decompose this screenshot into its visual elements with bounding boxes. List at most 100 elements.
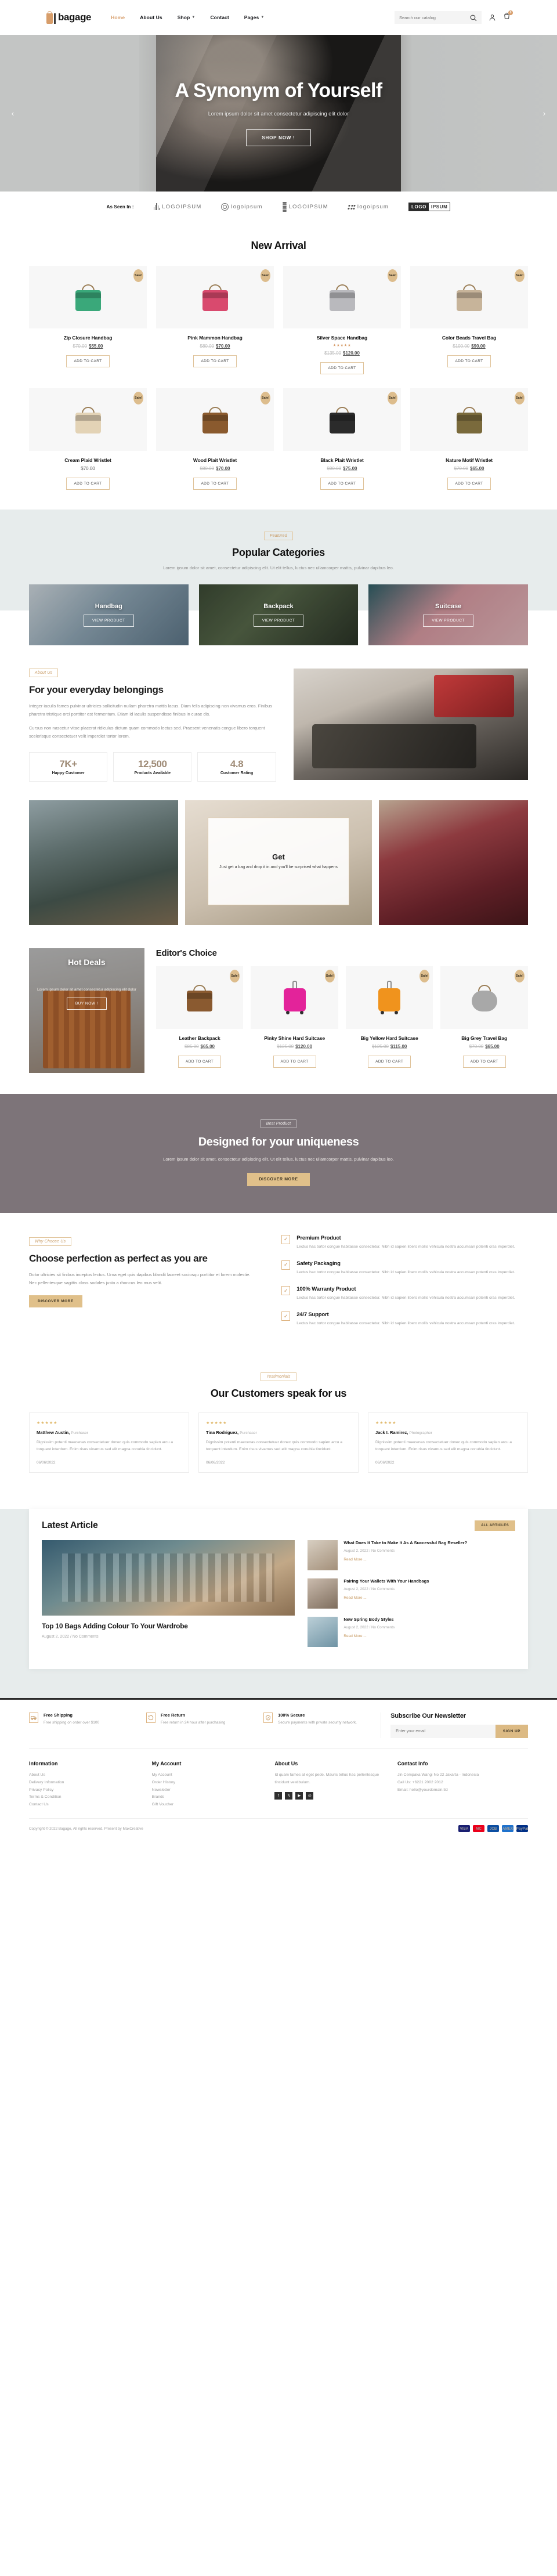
footer-link[interactable]: Gift Voucher (152, 1801, 266, 1809)
footer-link[interactable]: Contact Us (29, 1801, 143, 1809)
product-image[interactable]: Sale! (440, 966, 528, 1029)
product-name: Big Yellow Hard Suitcase (360, 1035, 418, 1042)
product-image[interactable]: Sale! (410, 265, 528, 328)
nav-item-pages[interactable]: Pages ▼ (244, 15, 265, 20)
nav-item-home[interactable]: Home (111, 15, 125, 20)
newsletter-block: Subscribe Our Newsletter SIGN UP (381, 1712, 528, 1738)
footer-link[interactable]: About Us (29, 1772, 143, 1779)
hero-prev-arrow[interactable]: ‹ (7, 107, 19, 119)
hero-subtitle: Lorem ipsum dolor sit amet consectetur a… (208, 111, 349, 117)
product-card[interactable]: Sale! Big Yellow Hard Suitcase $125.00 $115… (345, 966, 433, 1068)
return-icon (146, 1712, 156, 1723)
product-card[interactable]: Sale! Zip Closure Handbag $70.00 $55.00 ADD … (29, 265, 147, 374)
hot-deals-buy-now-button[interactable]: BUY NOW ! (66, 998, 107, 1010)
product-image[interactable]: Sale! (283, 265, 401, 328)
add-to-cart-button[interactable]: ADD TO CART (320, 362, 364, 374)
featured-post[interactable]: Top 10 Bags Adding Colour To Your Wardro… (42, 1540, 295, 1655)
view-product-button[interactable]: VIEW PRODUCT (253, 614, 304, 627)
twitter-icon[interactable]: 𝕏 (285, 1791, 293, 1800)
hero-next-arrow[interactable]: › (538, 107, 550, 119)
view-product-button[interactable]: VIEW PRODUCT (84, 614, 134, 627)
category-card-suitcase[interactable]: Suitcase VIEW PRODUCT (368, 584, 528, 645)
site-logo[interactable]: bagage (46, 11, 92, 24)
hero-title: A Synonym of Yourself (175, 79, 382, 102)
add-to-cart-button[interactable]: ADD TO CART (462, 1056, 506, 1068)
footer-link[interactable]: Privacy Policy (29, 1787, 143, 1794)
add-to-cart-button[interactable]: ADD TO CART (66, 477, 110, 490)
why-discover-more-button[interactable]: DISCOVER MORE (29, 1295, 82, 1307)
product-card[interactable]: Sale! Pinky Shine Hard Suitcase $125.00 $12… (251, 966, 338, 1068)
nav-item-contact[interactable]: Contact (210, 15, 229, 20)
read-more-link[interactable]: Read More ... (343, 1596, 366, 1600)
product-image[interactable]: Sale! (156, 388, 274, 451)
search-box[interactable] (395, 11, 482, 24)
category-card-handbag[interactable]: Handbag VIEW PRODUCT (29, 584, 189, 645)
nav-item-about-us[interactable]: About Us (140, 15, 162, 20)
category-card-backpack[interactable]: Backpack VIEW PRODUCT (198, 584, 359, 645)
footer-link[interactable]: Brands (152, 1794, 266, 1801)
featured-post-title: Top 10 Bags Adding Colour To Your Wardro… (42, 1621, 188, 1630)
product-image[interactable]: Sale! (156, 265, 274, 328)
handbag-art (72, 403, 104, 436)
blog-list-item[interactable]: What Does It Take to Make It As A Succes… (308, 1540, 515, 1570)
add-to-cart-button[interactable]: ADD TO CART (178, 1056, 222, 1068)
read-more-link[interactable]: Read More ... (343, 1634, 366, 1638)
product-image[interactable]: Sale! (283, 388, 401, 451)
footer-link[interactable]: Order History (152, 1779, 266, 1787)
nav-item-shop[interactable]: Shop ▼ (178, 15, 196, 20)
product-card[interactable]: Sale! Leather Backpack $85.00 $65.00 ADD TO … (155, 966, 244, 1068)
facebook-icon[interactable]: f (274, 1791, 283, 1800)
product-image[interactable]: Sale! (29, 388, 147, 451)
add-to-cart-button[interactable]: ADD TO CART (193, 477, 237, 490)
testimonial-text: Dignissim potenti maecenas consectetuer … (206, 1440, 342, 1452)
blog-list-item[interactable]: New Spring Body Styles August 2, 2022 / … (308, 1616, 515, 1647)
product-image[interactable]: Sale! (29, 265, 147, 328)
add-to-cart-button[interactable]: ADD TO CART (447, 355, 491, 367)
footer-link[interactable]: Delivery Information (29, 1779, 143, 1787)
newsletter-email-input[interactable] (390, 1724, 495, 1738)
add-to-cart-button[interactable]: ADD TO CART (368, 1056, 411, 1068)
product-image[interactable]: Sale! (251, 966, 338, 1029)
read-more-link[interactable]: Read More ... (343, 1558, 366, 1562)
product-name: Nature Motif Wristlet (446, 457, 493, 463)
product-card[interactable]: Sale! Nature Motif Wristlet $70.00 $65.00 AD… (410, 388, 528, 490)
cart-button[interactable]: 0 (503, 10, 513, 23)
add-to-cart-button[interactable]: ADD TO CART (193, 355, 237, 367)
search-input[interactable] (399, 15, 466, 20)
service-text: Free shipping on order over $100 (44, 1720, 100, 1725)
product-card[interactable]: Sale! Cream Plaid Wristlet $70.00 ADD TO CA… (29, 388, 147, 490)
youtube-icon[interactable]: ▶ (295, 1791, 303, 1800)
view-product-button[interactable]: VIEW PRODUCT (423, 614, 473, 627)
stat-value: 4.8 (230, 758, 244, 770)
add-to-cart-button[interactable]: ADD TO CART (273, 1056, 316, 1068)
testimonial-text: Dignissim potenti maecenas consectetuer … (37, 1440, 173, 1452)
product-image[interactable]: Sale! (345, 966, 433, 1029)
account-icon[interactable] (489, 14, 496, 21)
product-card[interactable]: Sale! Pink Mammon Handbag $80.00 $70.00 ADD … (156, 265, 274, 374)
add-to-cart-button[interactable]: ADD TO CART (66, 355, 110, 367)
product-card[interactable]: Sale! Color Beads Travel Bag $100.00 $90.00… (410, 265, 528, 374)
footer-link[interactable]: My Account (152, 1772, 266, 1779)
all-articles-button[interactable]: ALL ARTICLES (475, 1520, 515, 1531)
product-image[interactable]: Sale! (155, 966, 244, 1029)
banner-discover-more-button[interactable]: DISCOVER MORE (247, 1172, 310, 1186)
product-card[interactable]: Sale! Wood Plait Wristlet $80.00 $70.00 ADD … (156, 388, 274, 490)
product-card[interactable]: Sale! Silver Space Handbag ★★★★★ $135.00 $12… (283, 265, 401, 374)
search-icon[interactable] (469, 14, 477, 21)
newsletter-signup-button[interactable]: SIGN UP (495, 1724, 528, 1738)
instagram-icon[interactable]: ◎ (306, 1791, 314, 1800)
product-old-price: $125.00 (277, 1044, 294, 1050)
product-image[interactable]: Sale! (410, 388, 528, 451)
footer-link[interactable]: Terms & Condition (29, 1794, 143, 1801)
product-old-price: $80.00 (200, 343, 214, 349)
product-card[interactable]: Sale! Black Plait Wristlet $90.00 $75.00 ADD… (283, 388, 401, 490)
post-meta: August 2, 2022 / No Comments (343, 1548, 395, 1553)
about-paragraph-2: Cursus non nascetur vitae placerat ridic… (29, 725, 265, 739)
add-to-cart-button[interactable]: ADD TO CART (447, 477, 491, 490)
footer-link[interactable]: Newsletter (152, 1787, 266, 1794)
product-card[interactable]: Sale! Big Grey Travel Bag $70.00 $65.00 ADD … (440, 966, 528, 1068)
nav-label: Contact (210, 15, 229, 20)
blog-list-item[interactable]: Pairing Your Wallets With Your Handbags … (308, 1578, 515, 1609)
hero-shop-now-button[interactable]: SHOP NOW ! (246, 129, 311, 147)
add-to-cart-button[interactable]: ADD TO CART (320, 477, 364, 490)
